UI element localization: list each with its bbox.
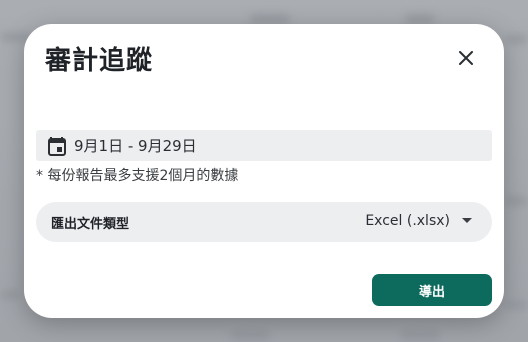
close-button[interactable] [454,46,478,70]
export-button[interactable]: 導出 [372,274,492,306]
file-type-value: Excel (.xlsx) [365,213,450,229]
calendar-icon [46,135,68,157]
date-range-picker[interactable]: 9月1日 - 9月29日 [36,130,492,161]
dialog-title: 審計追蹤 [45,46,154,76]
file-type-select[interactable]: 匯出文件類型 Excel (.xlsx) [36,202,492,242]
chevron-down-icon [462,218,472,223]
date-range-note: * 每份報告最多支援2個月的數據 [36,168,239,184]
audit-trail-dialog: 審計追蹤 9月1日 - 9月29日 * 每份報告最多支援2個月的數據 匯出文件類… [24,24,504,318]
file-type-label: 匯出文件類型 [51,217,130,232]
close-icon [459,51,473,65]
date-range-value: 9月1日 - 9月29日 [74,137,197,155]
